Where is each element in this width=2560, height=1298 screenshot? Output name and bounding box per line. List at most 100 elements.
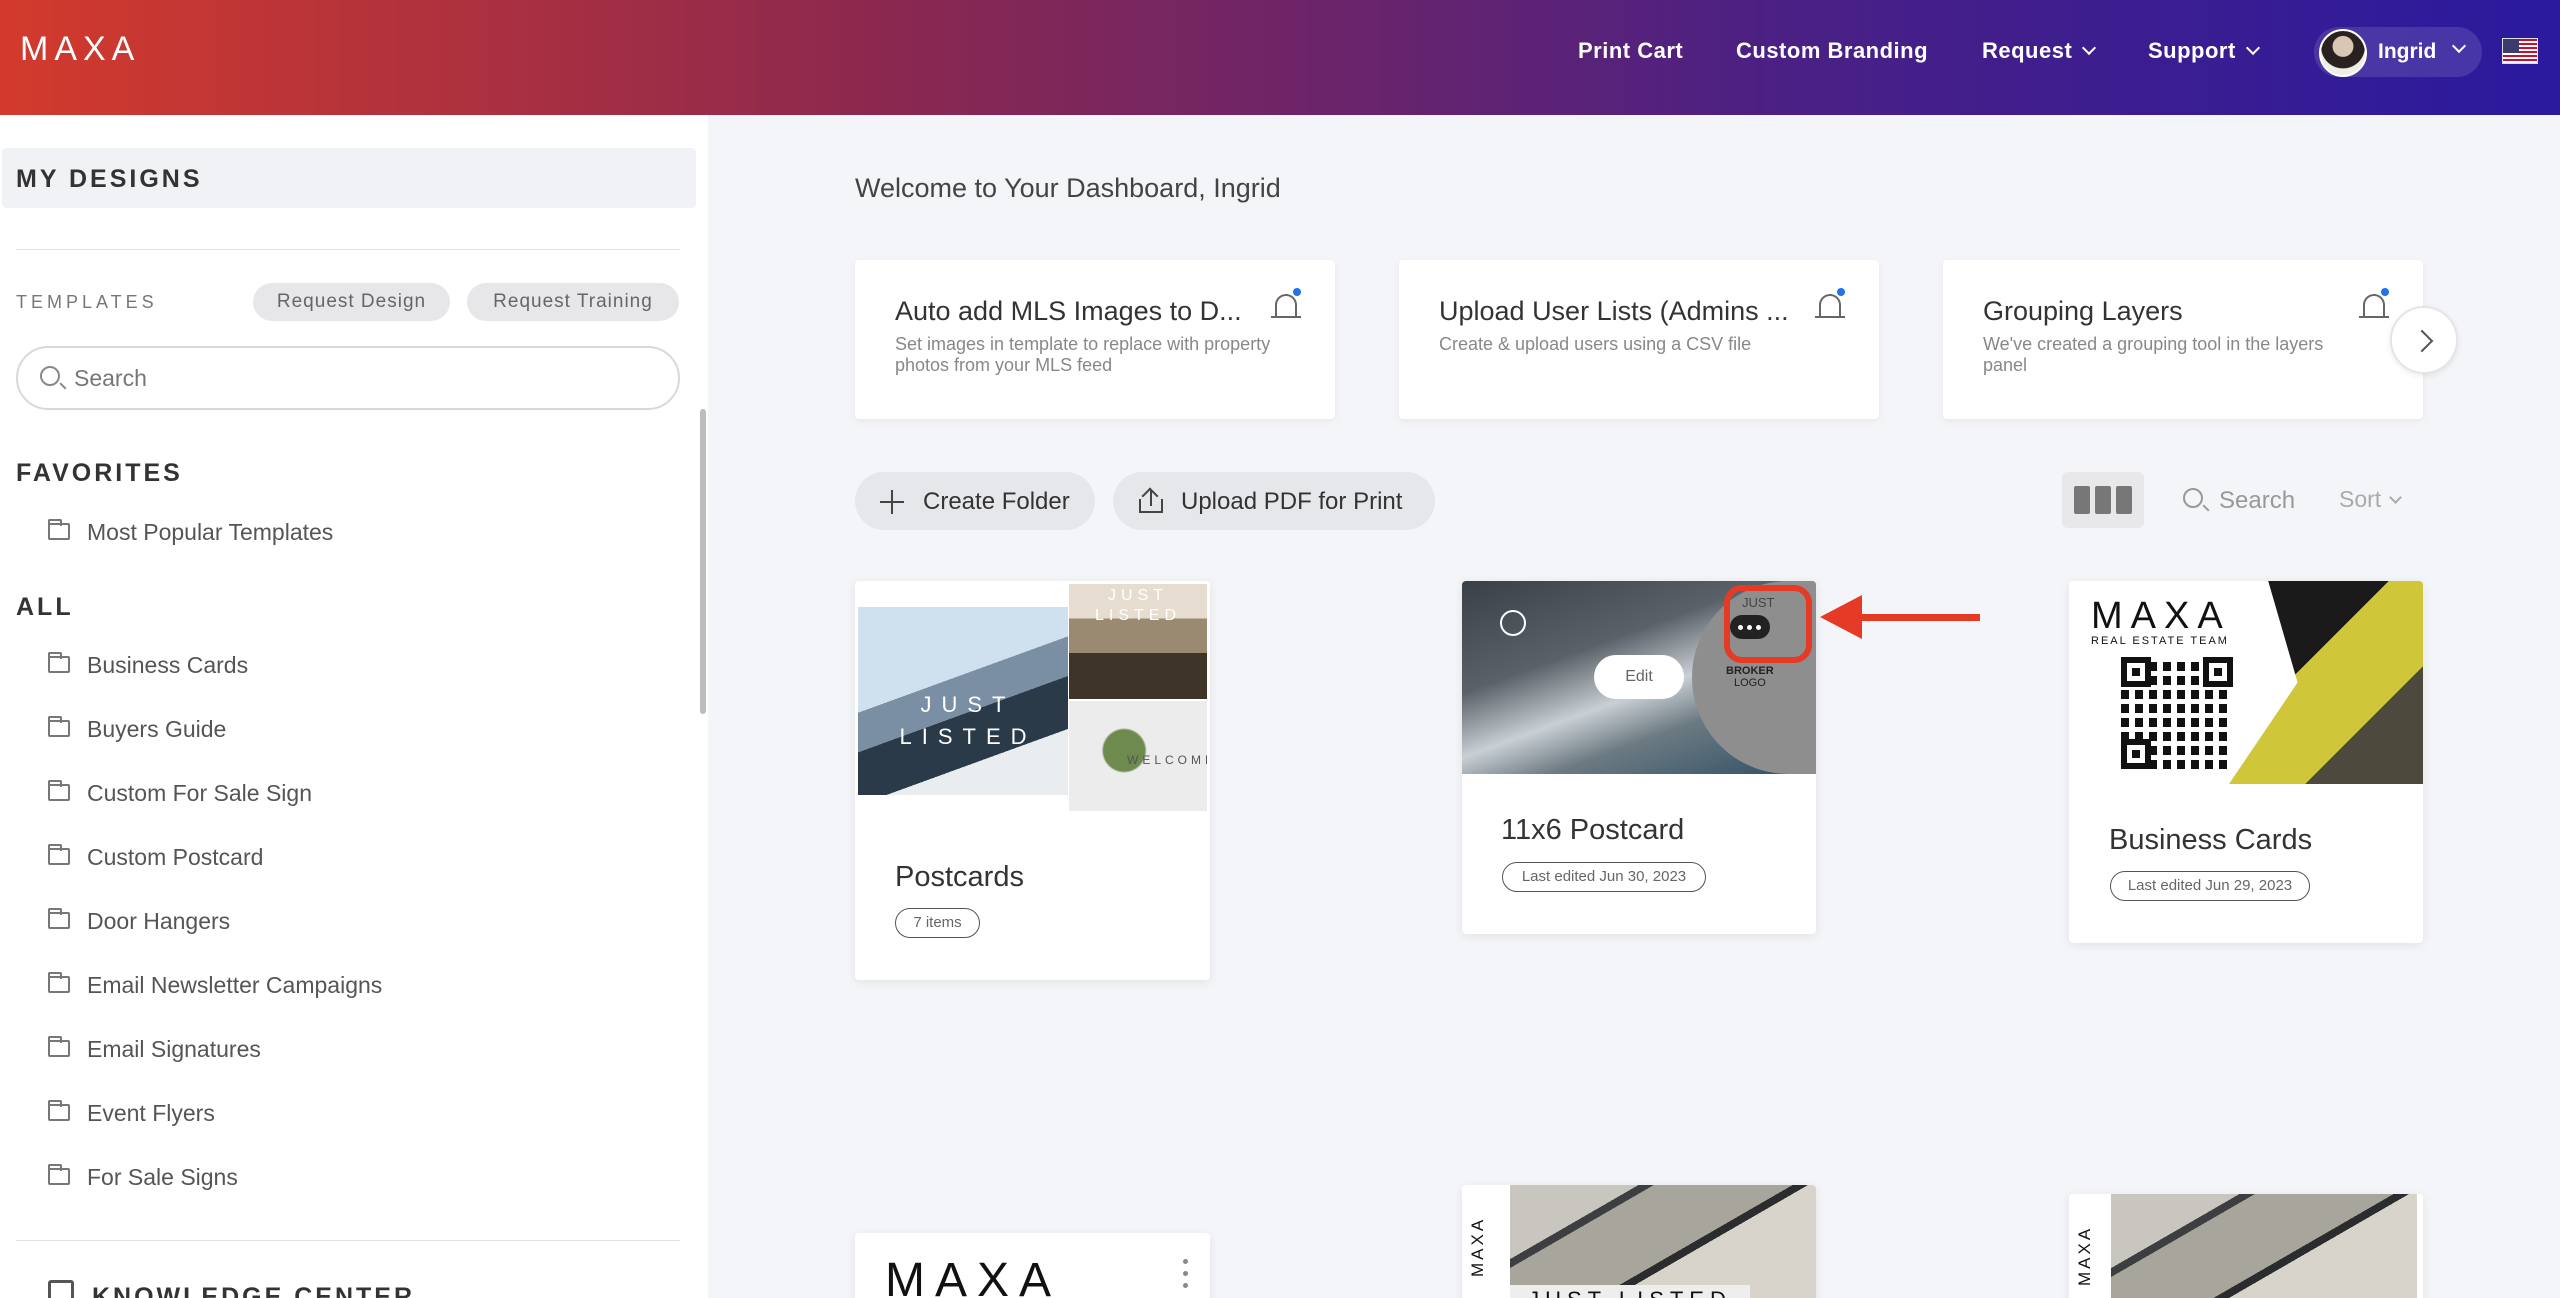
- create-folder-button[interactable]: Create Folder: [855, 472, 1095, 530]
- upload-pdf-button[interactable]: Upload PDF for Print: [1113, 472, 1435, 530]
- last-edited-badge: Last edited Jun 30, 2023: [1502, 862, 1706, 892]
- folder-label: Event Flyers: [87, 1100, 215, 1126]
- knowledge-center-heading[interactable]: KNOWLEDGE CENTER: [92, 1283, 415, 1298]
- folder-label: Buyers Guide: [87, 716, 227, 742]
- divider: [16, 1240, 680, 1241]
- request-training-button[interactable]: Request Training: [467, 283, 679, 321]
- bell-icon: [1271, 288, 1301, 318]
- grid-view-icon: [2095, 486, 2111, 514]
- folder-icon: [48, 972, 70, 993]
- user-name: Ingrid: [2378, 40, 2437, 63]
- notification-desc: Set images in template to replace with p…: [895, 334, 1271, 375]
- more-options-icon[interactable]: [1183, 1259, 1189, 1293]
- folder-icon: [48, 652, 70, 673]
- nav-request-label: Request: [1982, 38, 2073, 63]
- folder-label: Door Hangers: [87, 908, 231, 934]
- plus-icon: [880, 490, 904, 514]
- folder-label: Custom For Sale Sign: [87, 780, 312, 806]
- grid-view-icon: [2116, 486, 2132, 514]
- annotation-arrow-shaft: [1856, 614, 1980, 621]
- thumb-text: WELCOME: [1127, 753, 1207, 767]
- folder-icon: [48, 1100, 70, 1121]
- sort-label: Sort: [2339, 486, 2382, 512]
- folder-label: For Sale Signs: [87, 1164, 238, 1190]
- thumbnail-image: [2229, 581, 2423, 784]
- nav-request[interactable]: Request: [1982, 38, 2097, 64]
- chevron-down-icon: [2389, 491, 2403, 504]
- card-title: 11x6 Postcard: [1501, 814, 1685, 846]
- thumbnail-image: JUST LISTED: [858, 607, 1068, 795]
- thumbnail-image: [1510, 1185, 1816, 1298]
- design-card-business-cards[interactable]: MAXA REAL ESTATE TEAM Business Cards Las…: [2069, 581, 2423, 943]
- annotation-highlight-box: [1724, 585, 1812, 663]
- request-design-button[interactable]: Request Design: [253, 283, 450, 321]
- my-designs-header[interactable]: MY DESIGNS: [2, 148, 696, 208]
- thumbnail-image: JUST LISTED: [1069, 584, 1207, 699]
- sidebar-scrollbar[interactable]: [700, 409, 706, 714]
- qr-code-icon: [2121, 657, 2233, 769]
- avatar: [2319, 29, 2367, 77]
- folder-icon: [48, 780, 70, 801]
- folder-icon: [48, 716, 70, 737]
- folder-card-postcards[interactable]: JUST LISTED JUST LISTED WELCOME Postcard…: [855, 581, 1210, 980]
- notification-card[interactable]: Upload User Lists (Admins ... Create & u…: [1399, 260, 1879, 419]
- thumbnail-image: WELCOME: [1069, 701, 1207, 811]
- thumb-logo: MAXA: [885, 1254, 1062, 1298]
- thumb-text: LOGO: [1734, 677, 1766, 689]
- thumb-text: MAXA: [1468, 1216, 1487, 1277]
- card-title: Business Cards: [2109, 824, 2313, 856]
- sidebar-search[interactable]: [16, 346, 680, 410]
- templates-label: TEMPLATES: [16, 292, 158, 312]
- sidebar-search-input[interactable]: [74, 360, 654, 396]
- folder-label: Email Newsletter Campaigns: [87, 972, 383, 998]
- chevron-right-icon[interactable]: [2390, 306, 2458, 374]
- select-radio[interactable]: [1500, 610, 1526, 636]
- notification-card[interactable]: Auto add MLS Images to D... Set images i…: [855, 260, 1335, 419]
- folder-label: Most Popular Templates: [87, 519, 334, 545]
- top-navigation-bar: MAXA Print Cart Custom Branding Request …: [0, 0, 2560, 115]
- notification-card[interactable]: Grouping Layers We've created a grouping…: [1943, 260, 2423, 419]
- upload-pdf-label: Upload PDF for Print: [1181, 488, 1403, 515]
- chevron-down-icon: [2451, 38, 2467, 54]
- main-search-label: Search: [2219, 487, 2296, 514]
- edit-button[interactable]: Edit: [1594, 655, 1684, 699]
- us-flag-icon[interactable]: [2502, 38, 2538, 64]
- design-card[interactable]: MAXA JUST LISTED: [1462, 1185, 1816, 1298]
- thumb-text: JUST LISTED: [899, 692, 1037, 749]
- bell-icon: [2359, 288, 2389, 318]
- all-heading: ALL: [16, 593, 74, 621]
- divider: [16, 249, 680, 250]
- thumb-logo: MAXA: [2091, 595, 2231, 637]
- design-card[interactable]: MAXA: [855, 1233, 1210, 1298]
- folder-label: Email Signatures: [87, 1036, 261, 1062]
- my-designs-title: MY DESIGNS: [16, 165, 203, 193]
- folder-label: Custom Postcard: [87, 844, 264, 870]
- thumbnail-image: MAXA REAL ESTATE TEAM: [2069, 581, 2249, 784]
- grid-view-toggle[interactable]: [2062, 472, 2144, 528]
- notification-title: Upload User Lists (Admins ...: [1439, 296, 1789, 326]
- sort-dropdown[interactable]: Sort: [2339, 486, 2403, 513]
- upload-icon: [1139, 487, 1163, 513]
- chevron-down-icon: [2245, 40, 2260, 56]
- folder-icon: [48, 908, 70, 929]
- folder-icon: [48, 519, 70, 540]
- knowledge-center-icon: [48, 1280, 74, 1298]
- nav-custom-branding[interactable]: Custom Branding: [1736, 38, 1928, 64]
- notification-desc: We've created a grouping tool in the lay…: [1983, 334, 2324, 375]
- favorites-heading: FAVORITES: [16, 459, 183, 487]
- nav-support-label: Support: [2148, 38, 2236, 63]
- thumbnail-image: [2111, 1194, 2417, 1298]
- card-title: Postcards: [895, 861, 1024, 893]
- design-card[interactable]: MAXA: [2069, 1194, 2423, 1298]
- notification-title: Grouping Layers: [1983, 296, 2183, 326]
- user-menu[interactable]: Ingrid: [2314, 27, 2482, 77]
- thumb-text: JUST LISTED: [1510, 1285, 1750, 1298]
- maxa-logo[interactable]: MAXA: [20, 30, 140, 69]
- notification-title: Auto add MLS Images to D...: [895, 296, 1242, 326]
- nav-support[interactable]: Support: [2148, 38, 2260, 64]
- thumb-text: BROKER: [1726, 665, 1774, 677]
- grid-view-icon: [2074, 486, 2090, 514]
- folder-icon: [48, 1036, 70, 1057]
- bell-icon: [1815, 288, 1845, 318]
- nav-print-cart[interactable]: Print Cart: [1578, 38, 1683, 64]
